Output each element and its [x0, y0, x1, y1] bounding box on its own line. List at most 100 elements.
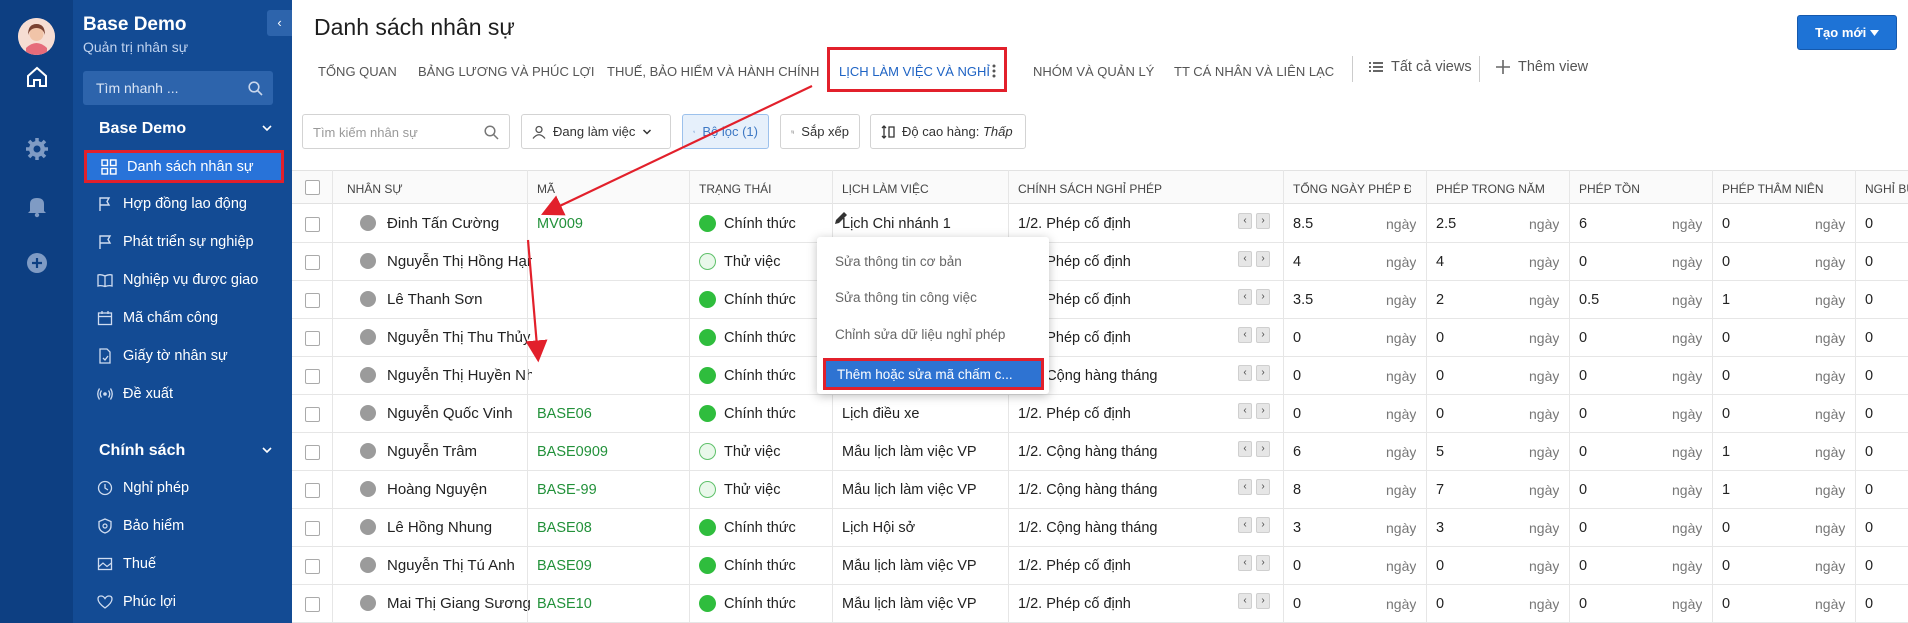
sidebar-item-insurance[interactable]: Bảo hiểm: [83, 509, 289, 542]
table-row[interactable]: Nguyễn Thị Hồng HạnhThử việcBSL- Lịch de…: [292, 243, 1908, 281]
row-height-button[interactable]: Độ cao hàng: Thấp: [870, 114, 1026, 149]
row-checkbox[interactable]: [305, 445, 320, 460]
sidebar-item-proposals[interactable]: Đề xuất: [83, 377, 289, 410]
sidebar-item-tax[interactable]: Thuế: [83, 547, 289, 580]
employee-name[interactable]: Lê Thanh Sơn: [387, 291, 532, 308]
sidebar-item-leave[interactable]: Nghỉ phép: [83, 471, 289, 504]
row-checkbox[interactable]: [305, 255, 320, 270]
tab-payroll[interactable]: BẢNG LƯƠNG VÀ PHÚC LỢI: [418, 64, 594, 79]
table-row[interactable]: Nguyễn Quốc Vinh BASE06 Chính thức Lịch điề…: [292, 395, 1908, 433]
chevron-right-icon[interactable]: ›: [1256, 251, 1270, 267]
chevron-left-icon[interactable]: ‹: [1238, 213, 1252, 229]
header-leave-policy[interactable]: CHÍNH SÁCH NGHỈ PHÉP: [1018, 182, 1162, 196]
chevron-right-icon[interactable]: ›: [1256, 479, 1270, 495]
header-remaining-leave[interactable]: PHÉP TỒN: [1579, 182, 1640, 196]
chevron-right-icon[interactable]: ›: [1256, 517, 1270, 533]
table-row[interactable]: Hoàng Nguyện BASE-99 Thử việc Mẫu lịch làm …: [292, 471, 1908, 509]
sidebar-item-contract[interactable]: Hợp đồng lao động: [83, 187, 289, 220]
menu-edit-leave-data[interactable]: Chỉnh sửa dữ liệu nghỉ phép: [835, 327, 1005, 342]
chevron-left-icon[interactable]: ‹: [1238, 593, 1252, 609]
select-all-checkbox[interactable]: [305, 180, 320, 195]
row-checkbox[interactable]: [305, 217, 320, 232]
employee-name[interactable]: Mai Thị Giang Sương: [387, 595, 532, 612]
sidebar-item-documents[interactable]: Giấy tờ nhân sự: [83, 339, 289, 372]
employee-cell[interactable]: Nguyễn Thị Thu Thủy: [347, 319, 532, 357]
all-views-button[interactable]: Tất cả views: [1369, 59, 1472, 75]
filter-button[interactable]: Bộ lọc (1): [682, 114, 769, 149]
employee-cell[interactable]: Mai Thị Giang Sương: [347, 585, 532, 623]
header-comp-leave[interactable]: NGHỈ BÙ: [1865, 182, 1908, 196]
employee-name[interactable]: Đinh Tấn Cường: [387, 215, 532, 232]
row-checkbox[interactable]: [305, 369, 320, 384]
sidebar-item-career[interactable]: Phát triển sự nghiệp: [83, 225, 289, 258]
table-row[interactable]: Nguyễn Thị Tú Anh BASE09 Chính thức Mẫu lịc…: [292, 547, 1908, 585]
table-row[interactable]: Nguyễn Thị Thu ThủyChính thứcLịch điều x…: [292, 319, 1908, 357]
sidebar-group-policies[interactable]: Chính sách: [99, 442, 272, 460]
employee-cell[interactable]: Đinh Tấn Cường: [347, 205, 532, 243]
table-row[interactable]: Mai Thị Giang Sương BASE10 Chính thức Mẫu l…: [292, 585, 1908, 623]
tab-overview[interactable]: TỔNG QUAN: [318, 64, 397, 79]
menu-edit-job-info[interactable]: Sửa thông tin công việc: [835, 290, 977, 305]
employee-name[interactable]: Lê Hồng Nhung: [387, 519, 532, 536]
chevron-left-icon[interactable]: ‹: [1238, 403, 1252, 419]
row-checkbox[interactable]: [305, 331, 320, 346]
chevron-right-icon[interactable]: ›: [1256, 403, 1270, 419]
quick-search-input[interactable]: Tìm nhanh ...: [83, 71, 273, 105]
chevron-right-icon[interactable]: ›: [1256, 365, 1270, 381]
header-status[interactable]: TRẠNG THÁI: [699, 182, 771, 196]
row-checkbox[interactable]: [305, 483, 320, 498]
chevron-left-icon[interactable]: ‹: [1238, 327, 1252, 343]
employee-cell[interactable]: Nguyễn Thị Tú Anh: [347, 547, 532, 585]
home-icon[interactable]: [24, 64, 50, 90]
header-year-leave[interactable]: PHÉP TRONG NĂM: [1436, 182, 1545, 196]
header-seniority-leave[interactable]: PHÉP THÂM NIÊN: [1722, 182, 1824, 196]
employee-search-input[interactable]: Tìm kiếm nhân sự: [302, 114, 510, 149]
employee-name[interactable]: Hoàng Nguyện: [387, 481, 532, 498]
menu-add-edit-timekeeping-code[interactable]: Thêm hoặc sửa mã chấm c...: [823, 358, 1044, 390]
chevron-left-icon[interactable]: ‹: [1238, 555, 1252, 571]
chevron-left-icon[interactable]: ‹: [1238, 365, 1252, 381]
employee-cell[interactable]: Nguyễn Trâm: [347, 433, 532, 471]
employee-name[interactable]: Nguyễn Thị Huyền Nhung: [387, 367, 532, 384]
chevron-right-icon[interactable]: ›: [1256, 289, 1270, 305]
edit-pencil-icon[interactable]: [833, 210, 849, 226]
chevron-left-icon[interactable]: ‹: [1238, 289, 1252, 305]
employee-cell[interactable]: Nguyễn Thị Huyền Nhung: [347, 357, 532, 395]
table-row[interactable]: Lê Hồng Nhung BASE08 Chính thức Lịch Hội sở…: [292, 509, 1908, 547]
add-circle-icon[interactable]: [24, 250, 50, 276]
header-schedule[interactable]: LỊCH LÀM VIỆC: [842, 182, 929, 196]
more-vertical-icon[interactable]: [992, 64, 996, 78]
create-new-button[interactable]: Tạo mới: [1797, 15, 1897, 50]
settings-icon[interactable]: [24, 136, 50, 162]
sort-button[interactable]: Sắp xếp: [780, 114, 860, 149]
employee-cell[interactable]: Lê Hồng Nhung: [347, 509, 532, 547]
employee-cell[interactable]: Nguyễn Quốc Vinh: [347, 395, 532, 433]
chevron-right-icon[interactable]: ›: [1256, 441, 1270, 457]
row-checkbox[interactable]: [305, 407, 320, 422]
employee-cell[interactable]: Lê Thanh Sơn: [347, 281, 532, 319]
sidebar-item-employee-list[interactable]: Danh sách nhân sự: [84, 150, 284, 183]
sidebar-group-base-demo[interactable]: Base Demo: [99, 120, 272, 138]
chevron-right-icon[interactable]: ›: [1256, 555, 1270, 571]
employee-name[interactable]: Nguyễn Thị Thu Thủy: [387, 329, 532, 346]
row-checkbox[interactable]: [305, 597, 320, 612]
employee-name[interactable]: Nguyễn Thị Tú Anh: [387, 557, 532, 574]
bell-icon[interactable]: [24, 193, 50, 219]
table-row[interactable]: Đinh Tấn Cường MV009 Chính thức Lịch Chi nh…: [292, 205, 1908, 243]
chevron-left-icon[interactable]: ‹: [1238, 251, 1252, 267]
menu-edit-basic-info[interactable]: Sửa thông tin cơ bản: [835, 254, 962, 269]
employee-name[interactable]: Nguyễn Trâm: [387, 443, 532, 460]
table-row[interactable]: Lê Thanh SơnChính thứcLịch điều xe1/2. P…: [292, 281, 1908, 319]
tab-personal-contact[interactable]: TT CÁ NHÂN VÀ LIÊN LẠC: [1174, 64, 1334, 79]
employee-cell[interactable]: Nguyễn Thị Hồng Hạnh: [347, 243, 532, 281]
header-code[interactable]: MÃ: [537, 182, 555, 196]
collapse-sidebar-button[interactable]: ‹: [267, 10, 292, 36]
chevron-right-icon[interactable]: ›: [1256, 593, 1270, 609]
chevron-left-icon[interactable]: ‹: [1238, 441, 1252, 457]
chevron-left-icon[interactable]: ‹: [1238, 479, 1252, 495]
row-checkbox[interactable]: [305, 559, 320, 574]
employee-cell[interactable]: Hoàng Nguyện: [347, 471, 532, 509]
header-total-leave[interactable]: TỔNG NGÀY PHÉP Đ...: [1293, 182, 1411, 196]
chevron-right-icon[interactable]: ›: [1256, 327, 1270, 343]
tab-group-manager[interactable]: NHÓM VÀ QUẢN LÝ: [1033, 64, 1154, 79]
